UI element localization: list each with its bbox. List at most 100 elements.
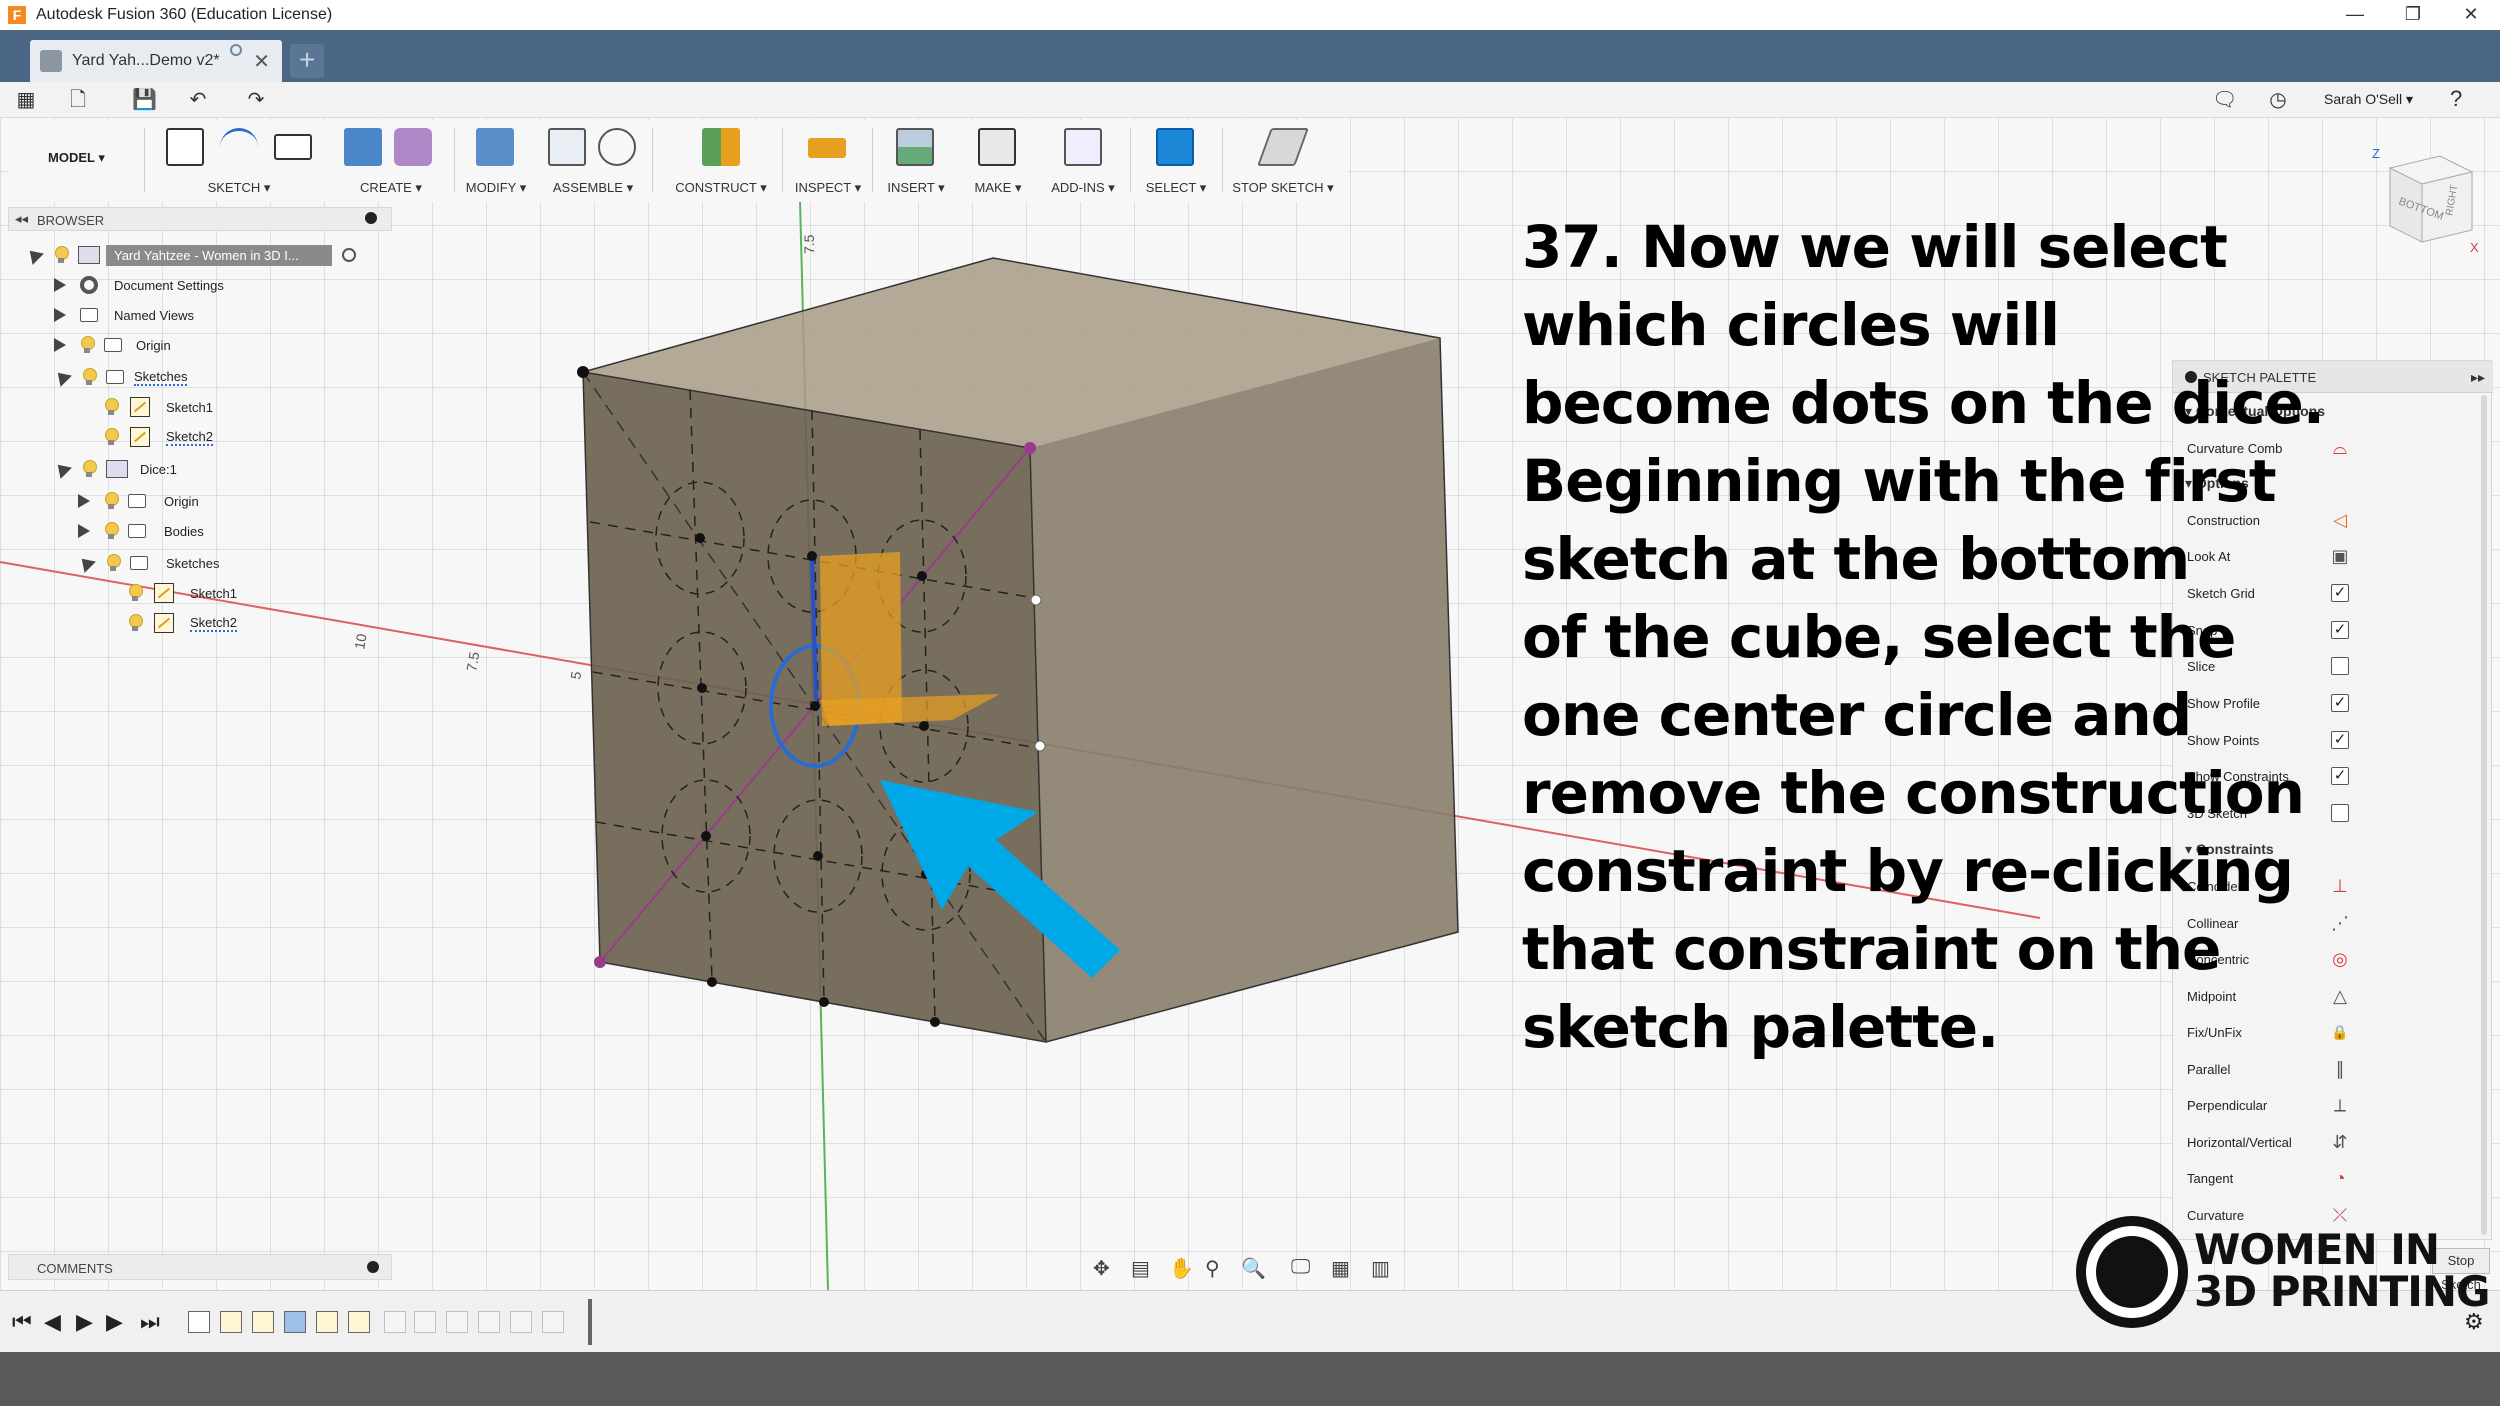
collinear-icon[interactable]: ⋰ <box>2331 914 2349 932</box>
add-comment-icon[interactable] <box>367 1261 379 1273</box>
select-menu[interactable]: SELECT ▾ <box>1132 180 1220 196</box>
browser-item-origin[interactable]: Origin <box>54 331 171 359</box>
zoom-window-icon[interactable]: 🔍 <box>1241 1256 1266 1281</box>
3d-sketch-checkbox[interactable] <box>2331 804 2349 822</box>
browser-item-dice-sketch1[interactable]: Sketch1 <box>128 579 237 607</box>
show-points-checkbox[interactable] <box>2331 731 2349 749</box>
visibility-bulb-icon[interactable] <box>82 368 97 386</box>
add-ins-group[interactable]: ADD-INS ▾ <box>1038 122 1128 198</box>
zoom-icon[interactable]: ⚲ <box>1205 1256 1220 1281</box>
show-constraints-checkbox[interactable] <box>2331 767 2349 785</box>
browser-item-dice-sketch2[interactable]: Sketch2 <box>128 609 237 637</box>
scripts-addins-icon[interactable] <box>1064 128 1102 166</box>
save-icon[interactable]: 💾 <box>132 88 157 112</box>
grid-settings-icon[interactable]: ▦ <box>1331 1256 1350 1281</box>
offset-plane-icon[interactable] <box>702 128 740 166</box>
coincident-icon[interactable]: ⊥ <box>2331 877 2349 895</box>
snap-checkbox[interactable] <box>2331 621 2349 639</box>
browser-header[interactable]: ◂◂ BROWSER <box>8 207 392 231</box>
stop-sketch-menu[interactable]: STOP SKETCH ▾ <box>1224 180 1342 196</box>
3d-print-icon[interactable] <box>978 128 1016 166</box>
timeline-feature-suppressed[interactable] <box>414 1311 436 1333</box>
construct-group[interactable]: CONSTRUCT ▾ <box>656 122 786 198</box>
document-tab[interactable]: Yard Yah...Demo v2* ✕ <box>30 40 282 82</box>
tangent-icon[interactable]: ◔ <box>2331 1169 2349 1187</box>
add-ins-menu[interactable]: ADD-INS ▾ <box>1038 180 1128 196</box>
constraint-perpendicular[interactable]: Perpendicular ⟂ <box>2187 1094 2487 1118</box>
make-group[interactable]: MAKE ▾ <box>960 122 1036 198</box>
browser-pin-icon[interactable] <box>365 212 377 224</box>
visibility-bulb-icon[interactable] <box>106 554 121 572</box>
data-panel-grid-icon[interactable]: ▦ <box>14 88 38 112</box>
insert-menu[interactable]: INSERT ▾ <box>874 180 958 196</box>
create-group[interactable]: CREATE ▾ <box>330 122 452 198</box>
select-group[interactable]: SELECT ▾ <box>1132 122 1220 198</box>
look-at-icon[interactable]: ▤ <box>1131 1256 1150 1281</box>
viewports-icon[interactable]: ▥ <box>1371 1256 1390 1281</box>
constraint-horizontal-vertical[interactable]: Horizontal/Vertical ⇵ <box>2187 1131 2487 1155</box>
timeline-feature-sketch[interactable] <box>220 1311 242 1333</box>
show-profile-checkbox[interactable] <box>2331 694 2349 712</box>
visibility-bulb-icon[interactable] <box>128 614 143 632</box>
collapse-panel-icon[interactable]: ◂◂ <box>15 211 28 227</box>
redo-icon[interactable]: ↷ <box>244 88 268 112</box>
browser-item-document-settings[interactable]: Document Settings <box>54 271 224 299</box>
browser-item-sketch1[interactable]: Sketch1 <box>104 393 213 421</box>
timeline-feature-extrude[interactable] <box>284 1311 306 1333</box>
horizontal-vertical-icon[interactable]: ⇵ <box>2331 1133 2349 1151</box>
expand-icon[interactable] <box>54 278 66 292</box>
visibility-bulb-icon[interactable] <box>104 398 119 416</box>
browser-item-sketch2[interactable]: Sketch2 <box>104 423 213 451</box>
activate-radio-icon[interactable] <box>342 248 356 262</box>
comments-panel[interactable]: COMMENTS <box>8 1254 392 1280</box>
expand-icon[interactable] <box>78 494 90 508</box>
insert-image-icon[interactable] <box>896 128 934 166</box>
undo-icon[interactable]: ↶ <box>186 88 210 112</box>
pan-hand-icon[interactable]: ✋ <box>1169 1256 1194 1281</box>
inspect-group[interactable]: INSPECT ▾ <box>786 122 870 198</box>
expand-icon[interactable] <box>54 338 66 352</box>
visibility-bulb-icon[interactable] <box>54 246 69 264</box>
go-to-start-icon[interactable]: ⏮ <box>12 1309 32 1335</box>
make-menu[interactable]: MAKE ▾ <box>960 180 1036 196</box>
sketch-grid-checkbox[interactable] <box>2331 584 2349 602</box>
collapse-icon[interactable] <box>76 553 96 573</box>
construction-toggle-icon[interactable]: ◁ <box>2331 511 2349 529</box>
curvature-comb-icon[interactable]: ⌓ <box>2331 439 2349 457</box>
restore-button[interactable]: ❐ <box>2384 0 2442 30</box>
look-at-icon[interactable]: ▣ <box>2331 547 2349 565</box>
stop-sketch-group[interactable]: STOP SKETCH ▾ <box>1224 122 1342 198</box>
select-cursor-icon[interactable] <box>1156 128 1194 166</box>
browser-item-dice[interactable]: Dice:1 <box>52 455 177 483</box>
browser-item-dice-origin[interactable]: Origin <box>78 487 199 515</box>
timeline-feature-suppressed[interactable] <box>446 1311 468 1333</box>
timeline-feature-sketch[interactable] <box>252 1311 274 1333</box>
play-icon[interactable]: ▶ <box>76 1309 93 1335</box>
new-component-icon[interactable] <box>548 128 586 166</box>
collapse-icon[interactable] <box>52 459 72 479</box>
visibility-bulb-icon[interactable] <box>80 336 95 354</box>
lock-icon[interactable]: 🔒 <box>2331 1023 2349 1041</box>
viewcube[interactable]: BOTTOM RIGHT Z X <box>2360 138 2480 258</box>
browser-item-dice-sketches[interactable]: Sketches <box>76 549 219 577</box>
expand-icon[interactable] <box>78 524 90 538</box>
visibility-bulb-icon[interactable] <box>104 492 119 510</box>
midpoint-icon[interactable]: △ <box>2331 987 2349 1005</box>
perpendicular-icon[interactable]: ⟂ <box>2331 1096 2349 1114</box>
palette-expand-icon[interactable]: ▸▸ <box>2471 369 2485 386</box>
browser-root-row[interactable]: Yard Yahtzee - Women in 3D I... <box>24 241 396 269</box>
rectangle-tool-icon[interactable] <box>274 134 312 160</box>
file-menu-icon[interactable]: 🗋 <box>66 88 90 112</box>
help-icon[interactable]: ? <box>2450 86 2462 112</box>
sketch-group[interactable]: SKETCH ▾ <box>148 122 330 198</box>
assemble-menu[interactable]: ASSEMBLE ▾ <box>538 180 648 196</box>
modify-group[interactable]: MODIFY ▾ <box>456 122 536 198</box>
timeline-marker[interactable] <box>588 1299 592 1345</box>
timeline-feature-suppressed[interactable] <box>510 1311 532 1333</box>
timeline-feature-suppressed[interactable] <box>384 1311 406 1333</box>
expand-icon[interactable] <box>54 308 66 322</box>
create-sketch-icon[interactable] <box>166 128 204 166</box>
parallel-icon[interactable]: ∥ <box>2331 1060 2349 1078</box>
close-window-button[interactable]: ✕ <box>2442 0 2500 30</box>
timeline-feature-component[interactable] <box>188 1311 210 1333</box>
